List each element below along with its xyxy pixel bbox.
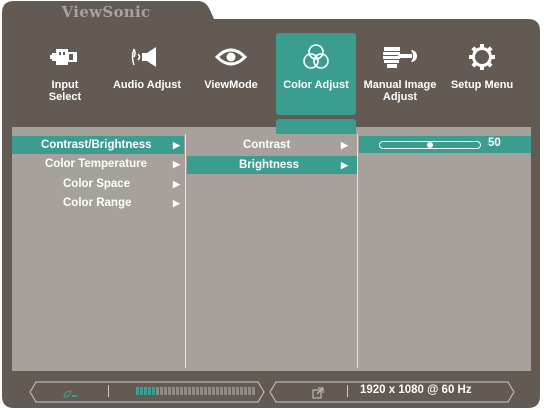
signal-segment [252, 387, 255, 395]
brand-logo: ViewSonic [61, 3, 151, 21]
arrow-right-icon: ▶ [341, 160, 348, 170]
nav-input-select-label-1: Input [51, 79, 79, 91]
signal-segment [212, 387, 215, 395]
nav-viewmode[interactable]: ViewMode [197, 33, 265, 113]
signal-segment [176, 387, 179, 395]
signal-segment [200, 387, 203, 395]
status-separator [108, 385, 109, 397]
signal-segment [172, 387, 175, 395]
nav-audio-adjust-label: Audio Adjust [112, 79, 182, 91]
nav-manual-image-adjust-label-1: Manual Image [363, 79, 437, 91]
nav-manual-image-adjust-label-2: Adjust [382, 91, 418, 103]
signal-segment [216, 387, 219, 395]
signal-segment [136, 387, 139, 395]
signal-segment [160, 387, 163, 395]
column-divider [357, 134, 358, 368]
signal-segment [232, 387, 235, 395]
signal-segment [184, 387, 187, 395]
menu-item-brightness[interactable]: Brightness ▶ [187, 156, 357, 174]
menu-item-color-temperature[interactable]: Color Temperature ▶ [12, 155, 184, 173]
color-circles-icon [276, 41, 356, 73]
arrow-right-icon: ▶ [173, 198, 180, 208]
nav-input-select[interactable]: Input Select [36, 33, 94, 113]
signal-segment [152, 387, 155, 395]
signal-segment [144, 387, 147, 395]
menu-item-label: Brightness [239, 159, 300, 171]
signal-segment [180, 387, 183, 395]
nav-manual-image-adjust[interactable]: Manual Image Adjust [360, 33, 440, 113]
menu-item-contrast[interactable]: Contrast ▶ [187, 136, 357, 154]
nav-input-select-label-2: Select [48, 91, 82, 103]
brightness-slider-handle[interactable] [427, 142, 433, 148]
signal-segment [164, 387, 167, 395]
arrow-right-icon: ▶ [341, 140, 348, 150]
arrow-right-icon: ▶ [173, 140, 180, 150]
signal-segment [140, 387, 143, 395]
hand-wrench-icon [360, 41, 440, 73]
eco-icon [62, 386, 78, 398]
signal-segment [248, 387, 251, 395]
signal-segment [236, 387, 239, 395]
column-divider [185, 134, 186, 368]
menu-item-color-range[interactable]: Color Range ▶ [12, 194, 184, 212]
resolution-status: 1920 x 1080 @ 60 Hz [360, 384, 472, 396]
menu-item-contrast-brightness[interactable]: Contrast/Brightness ▶ [12, 136, 184, 154]
signal-segment [208, 387, 211, 395]
signal-segment [192, 387, 195, 395]
signal-segment [188, 387, 191, 395]
arrow-right-icon: ▶ [173, 159, 180, 169]
nav-setup-menu-label: Setup Menu [450, 79, 514, 91]
signal-segment [204, 387, 207, 395]
menu-item-label: Color Space [63, 178, 131, 190]
external-link-icon [312, 386, 324, 399]
signal-segment [220, 387, 223, 395]
nav-viewmode-label: ViewMode [204, 79, 258, 91]
speaker-icon [109, 41, 185, 73]
status-separator [347, 385, 348, 397]
signal-segment [196, 387, 199, 395]
signal-segment [228, 387, 231, 395]
brightness-value: 50 [488, 137, 501, 149]
signal-segment [168, 387, 171, 395]
signal-segment [244, 387, 247, 395]
signal-segment [156, 387, 159, 395]
gear-icon [449, 41, 515, 73]
signal-segment [224, 387, 227, 395]
menu-item-label: Color Range [63, 197, 132, 209]
menu-item-label: Color Temperature [45, 158, 148, 170]
menu-item-label: Contrast [243, 139, 291, 151]
nav-setup-menu[interactable]: Setup Menu [449, 33, 515, 113]
signal-level-bar [136, 387, 256, 395]
nav-audio-adjust[interactable]: Audio Adjust [109, 33, 185, 113]
menu-item-color-space[interactable]: Color Space ▶ [12, 175, 184, 193]
eye-icon [197, 41, 265, 73]
signal-segment [240, 387, 243, 395]
nav-color-adjust[interactable]: Color Adjust [276, 33, 356, 115]
signal-segment [148, 387, 151, 395]
active-tab-connector [276, 119, 356, 134]
nav-color-adjust-label: Color Adjust [283, 79, 349, 91]
input-select-icon [36, 41, 94, 73]
menu-item-label: Contrast/Brightness [41, 139, 152, 151]
arrow-right-icon: ▶ [173, 179, 180, 189]
